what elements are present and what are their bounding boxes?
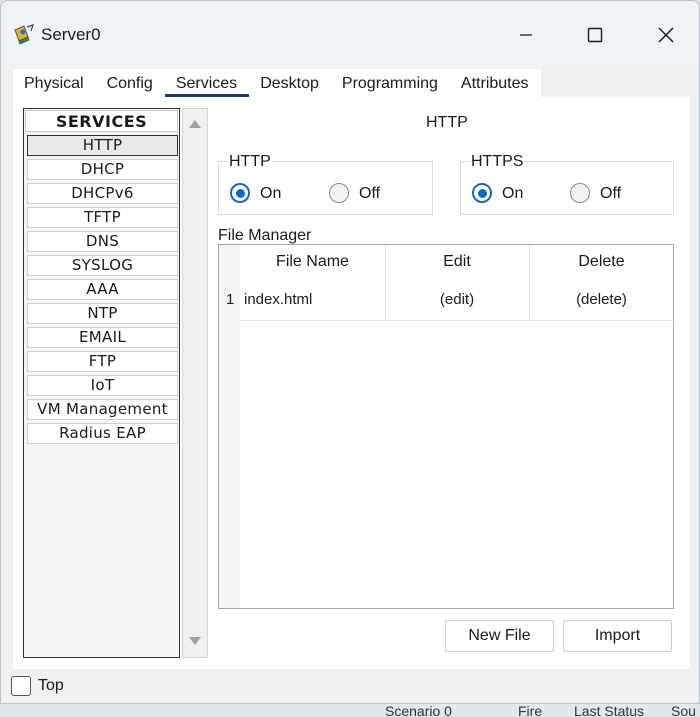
bottom-bar: [1, 669, 699, 703]
http-group-label: HTTP: [228, 153, 272, 171]
top-checkbox[interactable]: [11, 676, 31, 696]
service-tftp-button[interactable]: TFTP: [27, 207, 178, 228]
top-checkbox-label[interactable]: Top: [38, 677, 64, 695]
http-group: HTTP On Off: [218, 153, 433, 215]
file-manager-table: File Name Edit Delete 1 index.html (edit…: [218, 244, 674, 609]
maximize-button[interactable]: [573, 17, 617, 53]
new-file-button[interactable]: New File: [445, 620, 554, 652]
scenario-dropdown[interactable]: Scenario 0: [385, 704, 452, 717]
column-header-edit[interactable]: Edit: [385, 253, 529, 271]
column-divider: [385, 245, 386, 320]
service-ftp-button[interactable]: FTP: [27, 351, 178, 372]
http-off-radio[interactable]: [329, 183, 349, 203]
http-on-radio[interactable]: [230, 183, 250, 203]
minimize-button[interactable]: [504, 17, 548, 53]
services-content: SERVICES HTTP DHCP DHCPv6 TFTP DNS SYSLO…: [13, 97, 690, 669]
tab-programming[interactable]: Programming: [331, 69, 450, 97]
services-list: SERVICES HTTP DHCP DHCPv6 TFTP DNS SYSLO…: [23, 108, 180, 658]
background-app-strip: Scenario 0 Fire Last Status Sou: [0, 704, 700, 717]
https-on-label[interactable]: On: [502, 185, 523, 203]
last-status-column-label: Last Status: [574, 704, 645, 717]
service-http-button[interactable]: HTTP: [27, 135, 178, 156]
tab-bar: Physical Config Services Desktop Program…: [13, 69, 541, 98]
edit-link[interactable]: (edit): [385, 291, 529, 308]
service-dhcpv6-button[interactable]: DHCPv6: [27, 183, 178, 204]
import-button[interactable]: Import: [563, 620, 672, 652]
close-button[interactable]: [644, 17, 688, 53]
server-window: Server0 Physical Config Services Desktop…: [0, 0, 700, 704]
service-syslog-button[interactable]: SYSLOG: [27, 255, 178, 276]
source-column-label: Sou: [671, 704, 696, 717]
https-off-radio[interactable]: [570, 183, 590, 203]
fire-column-label: Fire: [518, 704, 543, 717]
scroll-down-arrow-icon[interactable]: [189, 637, 201, 645]
service-dhcp-button[interactable]: DHCP: [27, 159, 178, 180]
tab-desktop[interactable]: Desktop: [249, 69, 331, 97]
service-iot-button[interactable]: IoT: [27, 375, 178, 396]
services-scrollbar[interactable]: [182, 108, 208, 658]
column-header-delete[interactable]: Delete: [529, 253, 674, 271]
tab-config[interactable]: Config: [96, 69, 165, 97]
delete-link[interactable]: (delete): [529, 291, 674, 308]
window-title: Server0: [41, 25, 101, 44]
https-on-radio[interactable]: [472, 183, 492, 203]
https-off-label[interactable]: Off: [600, 185, 621, 203]
server-router-icon: [14, 24, 34, 45]
tab-physical[interactable]: Physical: [13, 69, 96, 97]
column-divider: [529, 245, 530, 320]
file-manager-label: File Manager: [218, 227, 312, 244]
service-radius-eap-button[interactable]: Radius EAP: [27, 423, 178, 444]
minimize-icon: [520, 34, 532, 36]
row-divider: [240, 320, 674, 321]
service-aaa-button[interactable]: AAA: [27, 279, 178, 300]
https-group: HTTPS On Off: [460, 153, 674, 215]
https-group-label: HTTPS: [470, 153, 525, 171]
tab-attributes[interactable]: Attributes: [450, 69, 541, 97]
scroll-up-arrow-icon[interactable]: [189, 120, 201, 128]
column-header-file-name[interactable]: File Name: [240, 253, 385, 271]
service-ntp-button[interactable]: NTP: [27, 303, 178, 324]
row-index: 1: [226, 291, 235, 308]
services-header: SERVICES: [25, 110, 178, 132]
file-name-cell[interactable]: index.html: [244, 291, 312, 308]
service-vm-management-button[interactable]: VM Management: [27, 399, 178, 420]
page-title: HTTP: [426, 114, 468, 131]
service-email-button[interactable]: EMAIL: [27, 327, 178, 348]
close-icon: [658, 27, 674, 43]
maximize-icon: [587, 27, 603, 43]
service-dns-button[interactable]: DNS: [27, 231, 178, 252]
title-bar[interactable]: Server0: [1, 1, 699, 59]
http-off-label[interactable]: Off: [359, 185, 380, 203]
http-on-label[interactable]: On: [260, 185, 281, 203]
tab-services[interactable]: Services: [164, 69, 250, 98]
